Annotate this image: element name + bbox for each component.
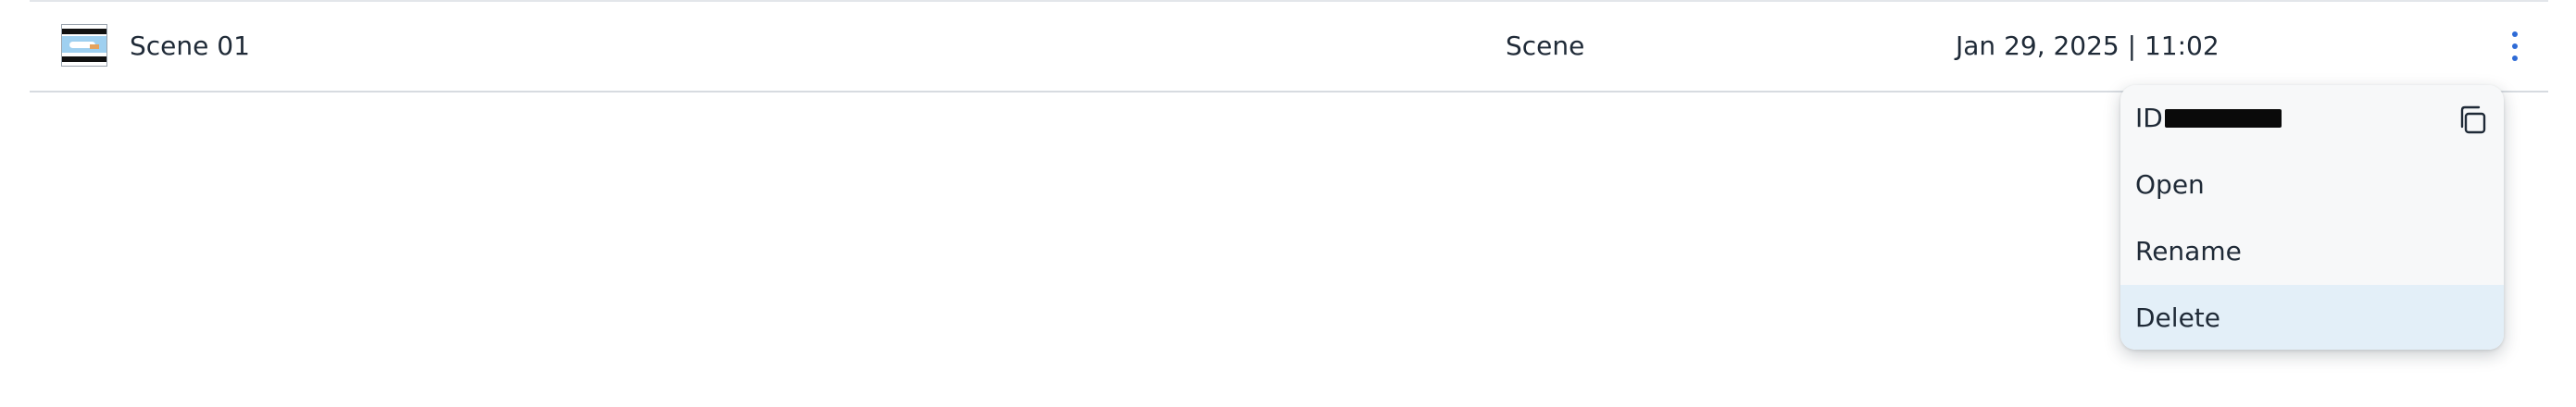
menu-item-open[interactable]: Open [2120, 152, 2504, 218]
scene-name[interactable]: Scene 01 [130, 30, 250, 63]
page: Scene 01 Scene Jan 29, 2025 | 11:02 ID O… [0, 0, 2576, 407]
thumbnail-bar-bottom [62, 56, 106, 62]
table-row[interactable]: Scene 01 Scene Jan 29, 2025 | 11:02 [30, 2, 2548, 91]
scene-date: Jan 29, 2025 | 11:02 [1956, 31, 2220, 61]
context-menu: ID Open Rename Delete [2120, 85, 2504, 350]
kebab-dot [2512, 56, 2518, 61]
thumbnail-bar-top [62, 29, 106, 34]
thumbnail-accent [90, 44, 99, 49]
copy-icon[interactable] [2454, 102, 2491, 139]
menu-item-rename[interactable]: Rename [2120, 218, 2504, 285]
menu-item-delete[interactable]: Delete [2120, 285, 2504, 350]
id-label: ID [2135, 103, 2163, 133]
id-redaction [2165, 109, 2282, 128]
more-options-button[interactable] [2500, 28, 2530, 65]
scene-thumbnail[interactable] [61, 24, 107, 67]
kebab-dot [2512, 43, 2518, 49]
kebab-dot [2512, 31, 2518, 37]
scene-type: Scene [1506, 31, 1585, 61]
menu-item-id[interactable]: ID [2120, 85, 2504, 152]
